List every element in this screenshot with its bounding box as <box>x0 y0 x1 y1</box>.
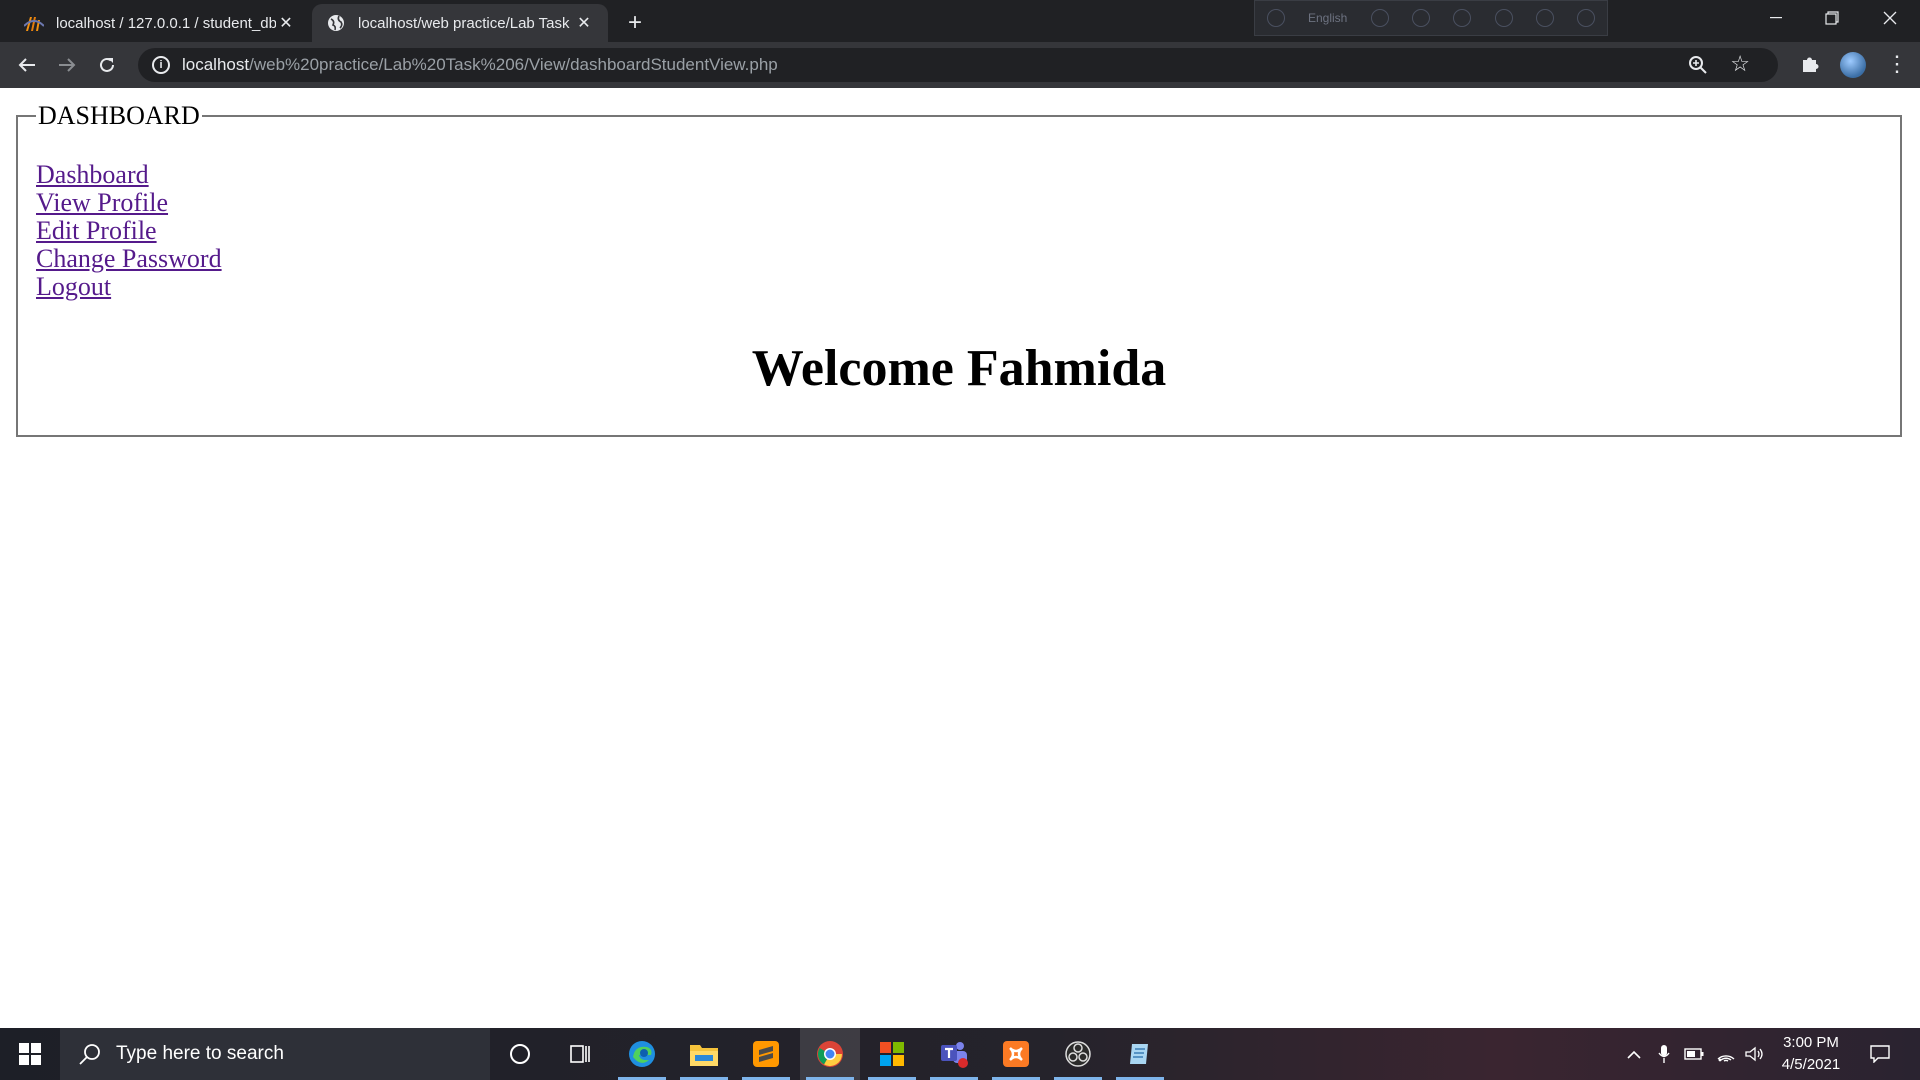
taskbar-clock[interactable]: 3:00 PM 4/5/2021 <box>1770 1032 1852 1076</box>
tab-title: localhost / 127.0.0.1 / student_db <box>56 14 276 32</box>
wifi-icon[interactable] <box>1712 1028 1740 1080</box>
close-window-button[interactable] <box>1862 0 1918 36</box>
volume-icon[interactable] <box>1740 1028 1768 1080</box>
url-path: /web%20practice/Lab%20Task%206/View/dash… <box>249 55 778 74</box>
address-bar[interactable]: i localhost/web%20practice/Lab%20Task%20… <box>138 48 1778 82</box>
extensions-puzzle-icon[interactable] <box>1800 52 1824 76</box>
taskbar-search[interactable]: Type here to search <box>60 1028 490 1080</box>
phpmyadmin-icon <box>24 13 44 33</box>
bookmark-star-icon[interactable]: ☆ <box>1730 51 1750 77</box>
ime-language[interactable]: English <box>1308 11 1347 25</box>
microphone-icon[interactable] <box>1650 1028 1678 1080</box>
tab-title: localhost/web practice/Lab Task 6 <box>358 14 574 32</box>
restore-button[interactable] <box>1804 0 1860 36</box>
browser-menu-icon[interactable]: ⋮ <box>1886 52 1908 78</box>
link-edit-profile[interactable]: Edit Profile <box>36 217 1882 245</box>
link-logout[interactable]: Logout <box>36 273 1882 301</box>
ime-keyboard-icon[interactable] <box>1370 9 1389 27</box>
nav-links: Dashboard View Profile Edit Profile Chan… <box>36 161 1882 301</box>
edge-icon[interactable] <box>612 1028 672 1080</box>
windows-store-icon[interactable] <box>862 1028 922 1080</box>
clock-time: 3:00 PM <box>1783 1034 1839 1051</box>
cortana-icon[interactable] <box>490 1028 550 1080</box>
search-placeholder: Type here to search <box>116 1043 284 1064</box>
minimize-button[interactable] <box>1748 0 1804 36</box>
show-hidden-icons-chevron-icon[interactable] <box>1620 1028 1648 1080</box>
new-tab-button[interactable]: + <box>620 8 650 38</box>
close-tab-icon[interactable]: ✕ <box>276 13 296 33</box>
notepad-icon[interactable] <box>1110 1028 1170 1080</box>
dashboard-legend: DASHBOARD <box>38 101 200 130</box>
file-explorer-icon[interactable] <box>674 1028 734 1080</box>
ime-info-icon[interactable] <box>1577 9 1596 27</box>
clock-date: 4/5/2021 <box>1781 1056 1841 1073</box>
action-center-icon[interactable] <box>1862 1028 1898 1080</box>
battery-icon[interactable] <box>1680 1028 1708 1080</box>
site-info-icon[interactable]: i <box>152 56 170 74</box>
task-view-icon[interactable] <box>550 1028 610 1080</box>
obs-icon[interactable] <box>1048 1028 1108 1080</box>
globe-icon <box>326 13 346 33</box>
language-bar[interactable]: English <box>1254 0 1608 36</box>
browser-tabstrip: localhost / 127.0.0.1 / student_db ✕ loc… <box>0 0 1920 42</box>
tab-phpmyadmin[interactable]: localhost / 127.0.0.1 / student_db ✕ <box>10 4 310 42</box>
welcome-heading: Welcome Fahmida <box>751 340 1167 397</box>
windows-logo-icon <box>19 1043 41 1065</box>
tab-lab-task[interactable]: localhost/web practice/Lab Task 6 ✕ <box>312 4 608 42</box>
link-view-profile[interactable]: View Profile <box>36 189 1882 217</box>
url-host: localhost <box>182 55 250 74</box>
ime-settings-icon[interactable] <box>1453 9 1472 27</box>
dashboard-fieldset: DASHBOARD Dashboard View Profile Edit Pr… <box>16 101 1902 437</box>
profile-avatar[interactable] <box>1840 52 1866 78</box>
ime-brush-icon[interactable] <box>1412 9 1430 27</box>
browser-toolbar: i localhost/web%20practice/Lab%20Task%20… <box>0 42 1920 88</box>
link-dashboard[interactable]: Dashboard <box>36 161 1882 189</box>
ime-mode-icon[interactable] <box>1266 9 1285 27</box>
forward-button[interactable] <box>52 50 82 80</box>
zoom-icon[interactable] <box>1688 55 1708 75</box>
start-button[interactable] <box>0 1028 60 1080</box>
ime-ie-icon[interactable] <box>1494 9 1513 27</box>
windows-taskbar: Type here to search 3:00 PM 4/5/2021 <box>0 1028 1920 1080</box>
back-button[interactable] <box>12 50 42 80</box>
reload-button[interactable] <box>92 50 122 80</box>
page-viewport: DASHBOARD Dashboard View Profile Edit Pr… <box>0 88 1920 1028</box>
search-icon <box>79 1044 100 1065</box>
sublime-text-icon[interactable] <box>736 1028 796 1080</box>
teams-icon[interactable] <box>924 1028 984 1080</box>
close-tab-icon[interactable]: ✕ <box>574 13 594 33</box>
chrome-icon[interactable] <box>800 1028 860 1080</box>
ime-help-icon[interactable] <box>1535 9 1554 27</box>
link-change-password[interactable]: Change Password <box>36 245 1882 273</box>
xampp-icon[interactable] <box>986 1028 1046 1080</box>
